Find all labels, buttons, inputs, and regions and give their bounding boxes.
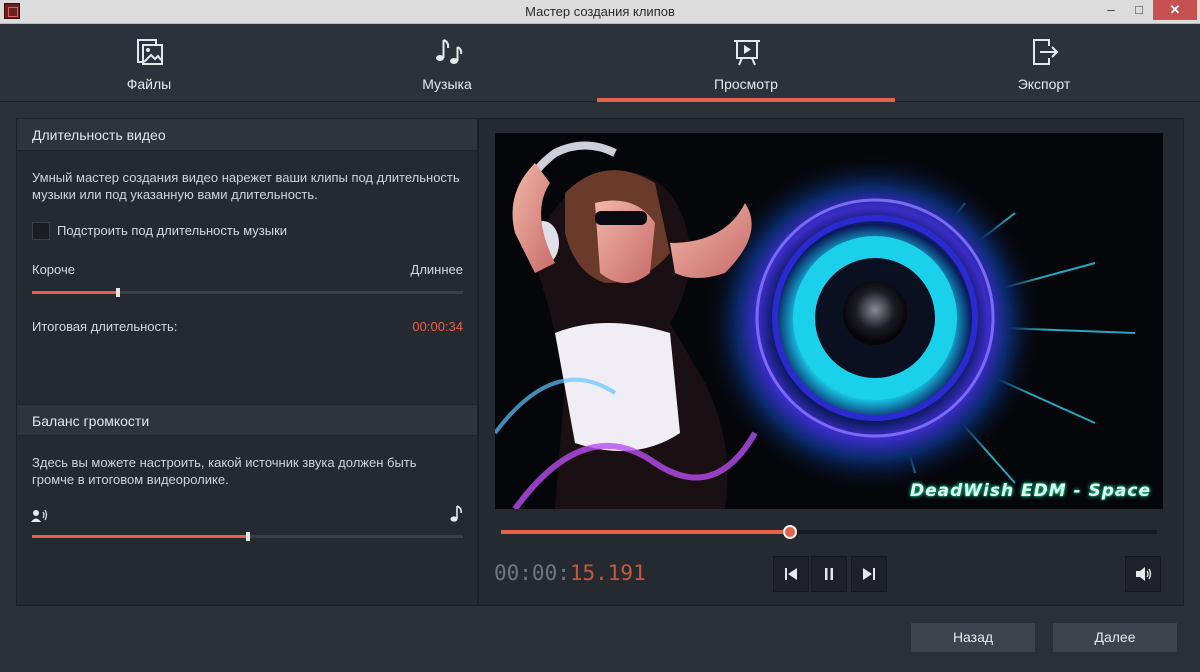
volume-section-header: Баланс громкости [17, 404, 477, 436]
title-bar: Мастер создания клипов – □ ✕ [0, 0, 1200, 24]
seek-bar[interactable] [501, 525, 1157, 539]
total-duration-value: 00:00:34 [412, 319, 463, 334]
preview-panel: DeadWish EDM - Space 00:00:15.191 [478, 118, 1184, 606]
volume-button[interactable] [1125, 556, 1161, 592]
tab-preview-label: Просмотр [714, 76, 778, 92]
volume-slider-fill [32, 535, 248, 538]
music-notes-icon [436, 39, 463, 64]
seek-bar-fill [501, 530, 790, 534]
maximize-button[interactable]: □ [1126, 0, 1152, 20]
duration-heading: Длительность видео [32, 127, 166, 143]
duration-slider-thumb[interactable] [116, 288, 120, 297]
skip-forward-icon [863, 568, 875, 580]
wizard-steps-nav: Файлы Музыка Просмотр Экспорт [0, 24, 1200, 102]
video-frame-image [495, 133, 1163, 509]
total-duration-label: Итоговая длительность: [32, 319, 178, 334]
seek-bar-thumb[interactable] [783, 525, 797, 539]
tab-export-label: Экспорт [1017, 76, 1071, 92]
speaker-icon [1136, 567, 1152, 581]
next-button[interactable] [851, 556, 887, 592]
video-watermark: DeadWish EDM - Space [909, 481, 1151, 501]
tab-music[interactable]: Музыка [298, 24, 596, 102]
duration-section-header: Длительность видео [17, 119, 477, 151]
timecode-elapsed-seconds: 15.191 [569, 561, 646, 585]
voice-icon [31, 509, 48, 522]
tab-files[interactable]: Файлы [0, 24, 298, 102]
tab-music-label: Музыка [422, 76, 472, 92]
duration-slider[interactable] [32, 288, 463, 297]
fit-music-label: Подстроить под длительность музыки [57, 223, 288, 238]
duration-slider-fill [32, 291, 118, 294]
settings-panel: Длительность видео Умный мастер создания… [16, 118, 478, 606]
playback-timecode: 00:00:15.191 [494, 561, 646, 585]
tab-export[interactable]: Экспорт [895, 24, 1193, 102]
preview-play-icon [734, 40, 760, 66]
window-title: Мастер создания клипов [525, 4, 675, 19]
volume-heading: Баланс громкости [32, 413, 150, 429]
volume-slider-thumb[interactable] [246, 532, 250, 541]
music-note-icon [450, 505, 462, 522]
tab-files-label: Файлы [126, 76, 172, 92]
pause-button[interactable] [811, 556, 847, 592]
skip-back-icon [785, 568, 797, 580]
timecode-elapsed-prefix: 00:00: [494, 561, 570, 585]
duration-description: Умный мастер создания видео нарежет ваши… [32, 170, 460, 202]
longer-label: Длиннее [410, 262, 463, 277]
fit-music-checkbox[interactable] [32, 222, 50, 240]
image-files-icon [137, 39, 163, 65]
close-button[interactable]: ✕ [1153, 0, 1197, 20]
next-step-button[interactable]: Далее [1052, 622, 1178, 653]
back-button[interactable]: Назад [910, 622, 1036, 653]
previous-button[interactable] [773, 556, 809, 592]
pause-icon [825, 568, 833, 580]
video-preview[interactable]: DeadWish EDM - Space [495, 133, 1163, 509]
shorter-label: Короче [32, 262, 75, 277]
volume-balance-slider[interactable] [32, 532, 463, 541]
tab-preview[interactable]: Просмотр [597, 24, 895, 102]
minimize-button[interactable]: – [1098, 0, 1124, 20]
volume-description: Здесь вы можете настроить, какой источни… [32, 455, 417, 487]
export-icon [1033, 39, 1059, 65]
